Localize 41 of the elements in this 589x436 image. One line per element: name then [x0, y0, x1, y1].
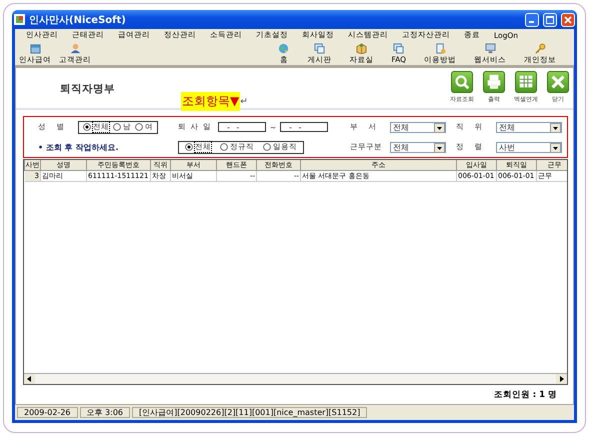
dropdown[interactable]: 전체 [390, 142, 446, 152]
windows-icon [314, 43, 325, 54]
key-icon [534, 43, 546, 54]
page-title: 퇴직자명부 [60, 82, 115, 97]
windows-icon [393, 43, 404, 54]
app-icon [14, 14, 25, 25]
return-mark: ↵ [240, 96, 248, 106]
printer-icon [485, 73, 503, 91]
window-title: 인사만사(NiceSoft) [29, 14, 126, 26]
date-field[interactable]: - - [218, 122, 266, 132]
person-icon [70, 43, 80, 54]
document-icon [434, 43, 446, 54]
close-icon [564, 16, 572, 24]
radio-button[interactable] [263, 143, 271, 151]
maximize-button[interactable] [543, 12, 557, 26]
dropdown[interactable]: 전체 [496, 122, 562, 132]
scroll-left-button[interactable] [24, 374, 35, 384]
minimize-button[interactable] [525, 12, 539, 26]
monitor-icon [484, 43, 496, 54]
date-field[interactable]: - - [280, 122, 328, 132]
radio-button[interactable] [220, 143, 228, 151]
radio-button[interactable] [135, 123, 143, 131]
globe-icon [278, 43, 290, 54]
dropdown[interactable]: 전체 [390, 122, 446, 132]
status-field: 2009-02-26 [17, 407, 78, 418]
result-count: 조회인원 : 1 명 [494, 388, 557, 400]
calendar-icon [30, 43, 40, 54]
status-field: 오후 3:06 [80, 407, 130, 418]
radio-button[interactable] [83, 123, 91, 131]
radio-button[interactable] [113, 123, 121, 131]
close-icon [549, 73, 567, 91]
search-icon [453, 73, 471, 91]
maximize-icon [546, 16, 554, 24]
scroll-right-button[interactable] [556, 374, 567, 384]
radio-button[interactable] [185, 143, 193, 151]
dropdown[interactable]: 사번 [496, 142, 562, 152]
status-field: [인사급여][20090226][2][11][001][nice_master][S1152] [132, 407, 368, 418]
close-button[interactable] [561, 12, 575, 26]
box-icon [356, 43, 367, 54]
hint-text: • 조회 후 작업하세요. [38, 142, 120, 152]
section-toggle[interactable]: 조회항목▼ [181, 92, 240, 111]
